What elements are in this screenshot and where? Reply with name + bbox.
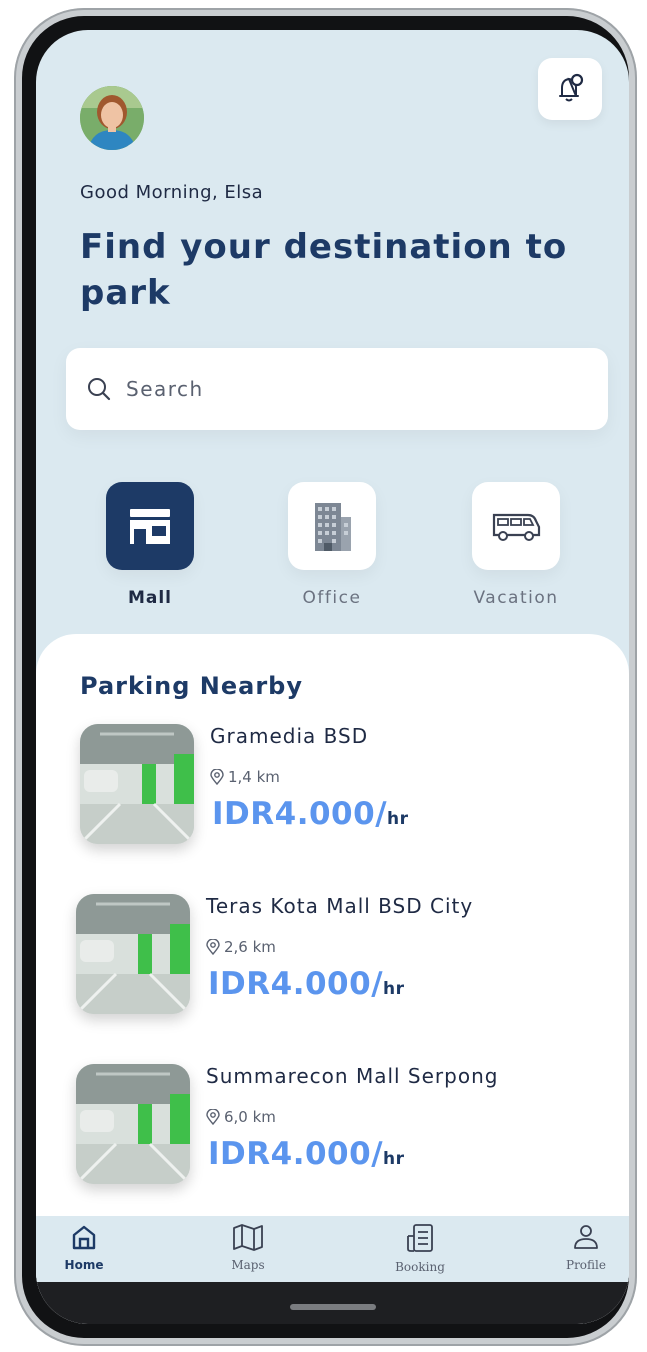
system-nav-bar [36, 1282, 629, 1324]
tab-booking[interactable]: Booking [380, 1222, 460, 1274]
tab-label: Booking [395, 1260, 445, 1274]
location-pin-icon [206, 1109, 220, 1125]
price-unit: hr [387, 809, 409, 829]
booking-icon [407, 1224, 433, 1252]
search-placeholder: Search [126, 377, 204, 401]
parking-distance: 6,0 km [206, 1108, 276, 1126]
parking-distance: 1,4 km [210, 768, 280, 786]
home-icon [72, 1225, 96, 1250]
parking-thumbnail [76, 894, 190, 1014]
section-title: Parking Nearby [80, 672, 304, 700]
avatar[interactable] [80, 86, 144, 150]
parking-item[interactable]: Summarecon Mall Serpong 6,0 km IDR4.000/… [76, 1064, 596, 1190]
category-label: Mall [127, 588, 173, 608]
price-value: IDR4.000/ [212, 796, 388, 832]
store-icon [130, 509, 170, 544]
category-vacation-box[interactable] [472, 482, 560, 570]
office-building-icon [315, 503, 351, 551]
category-office-box[interactable] [288, 482, 376, 570]
parking-price: IDR4.000/hr [208, 1136, 405, 1172]
parking-name: Summarecon Mall Serpong [206, 1064, 499, 1088]
price-value: IDR4.000/ [208, 966, 384, 1002]
parking-thumbnail [76, 1064, 190, 1184]
bell-icon [559, 73, 584, 102]
parking-price: IDR4.000/hr [208, 966, 405, 1002]
category-mall-box[interactable] [106, 482, 194, 570]
greeting-text: Good Morning, Elsa [80, 182, 264, 203]
parking-price: IDR4.000/hr [212, 796, 409, 832]
distance-text: 2,6 km [224, 938, 276, 956]
price-value: IDR4.000/ [208, 1136, 384, 1172]
tab-label: Maps [231, 1258, 265, 1272]
search-icon [88, 378, 111, 401]
parking-thumbnail [80, 724, 194, 844]
tab-label: Profile [566, 1258, 606, 1272]
tab-profile[interactable]: Profile [546, 1222, 626, 1272]
price-unit: hr [383, 979, 405, 999]
location-pin-icon [210, 769, 224, 785]
app-screen: Good Morning, Elsa Find your destination… [36, 30, 629, 1324]
tab-maps[interactable]: Maps [208, 1222, 288, 1272]
price-unit: hr [383, 1149, 405, 1169]
home-indicator[interactable] [290, 1304, 376, 1310]
user-icon [574, 1225, 598, 1249]
category-office[interactable]: Office [262, 482, 402, 608]
location-pin-icon [206, 939, 220, 955]
category-label: Vacation [473, 588, 559, 608]
parking-distance: 2,6 km [206, 938, 276, 956]
map-icon [233, 1224, 263, 1251]
parking-name: Teras Kota Mall BSD City [206, 894, 474, 918]
parking-item[interactable]: Gramedia BSD 1,4 km IDR4.000/hr [80, 724, 600, 850]
tab-label: Home [64, 1258, 104, 1272]
parking-name: Gramedia BSD [210, 724, 369, 748]
van-icon [492, 513, 541, 541]
category-mall[interactable]: Mall [80, 482, 220, 608]
distance-text: 6,0 km [224, 1108, 276, 1126]
category-label: Office [302, 588, 362, 608]
category-vacation[interactable]: Vacation [446, 482, 586, 608]
bottom-tab-bar: Home Maps Booking Profile [36, 1216, 629, 1282]
page-title: Find your destination to park [80, 227, 568, 313]
tab-home[interactable]: Home [44, 1222, 124, 1272]
notification-button[interactable] [538, 58, 602, 120]
search-input[interactable]: Search [66, 348, 608, 430]
parking-item[interactable]: Teras Kota Mall BSD City 2,6 km IDR4.000… [76, 894, 596, 1020]
distance-text: 1,4 km [228, 768, 280, 786]
